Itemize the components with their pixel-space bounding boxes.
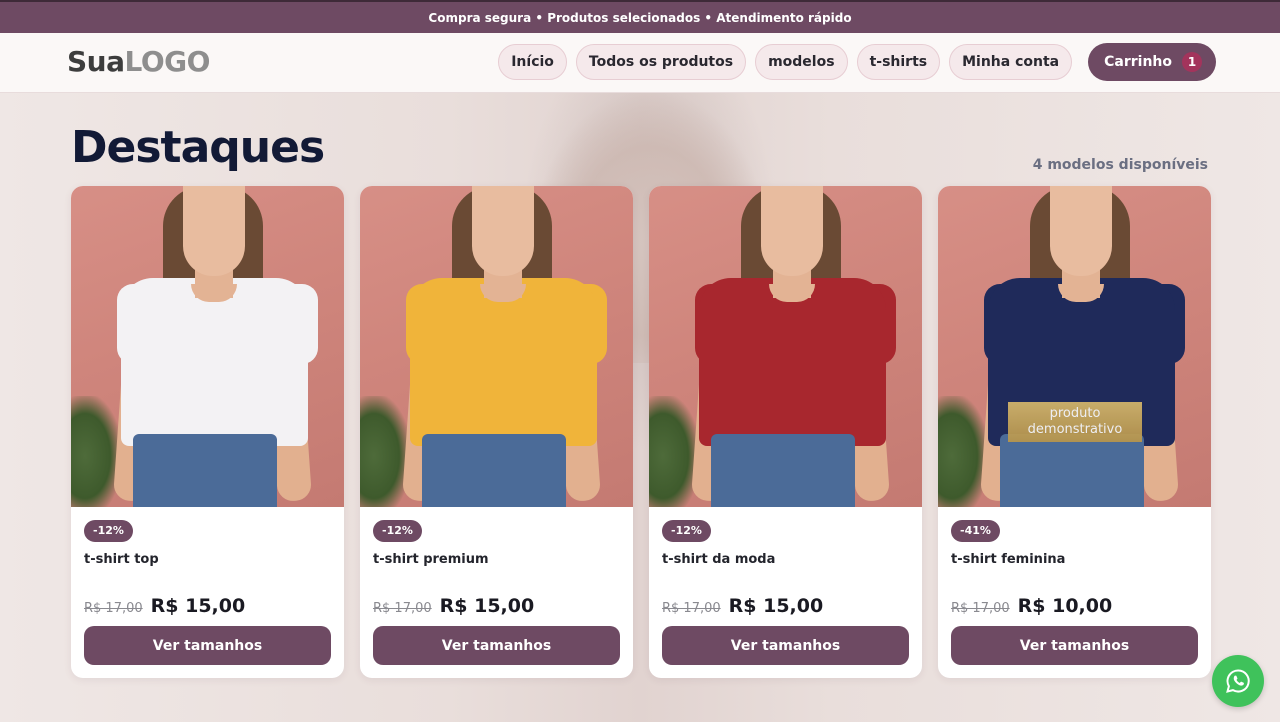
section-title: Destaques	[71, 122, 325, 173]
logo-part-2: LOGO	[124, 45, 211, 78]
nav-item-modelos[interactable]: modelos	[755, 44, 848, 80]
current-price: R$ 15,00	[150, 595, 246, 617]
model-face	[472, 186, 534, 276]
plant-decor	[938, 396, 988, 507]
old-price: R$ 17,00	[84, 601, 143, 616]
product-name[interactable]: t-shirt feminina	[951, 552, 1198, 567]
model-face	[1050, 186, 1112, 276]
shirt-body	[121, 278, 308, 446]
model-face	[183, 186, 245, 276]
model-face	[761, 186, 823, 276]
model-jeans	[1000, 434, 1144, 507]
cart-count-badge: 1	[1182, 52, 1202, 72]
product-info: -12% t-shirt top R$ 17,00 R$ 15,00 Ver t…	[71, 507, 344, 678]
model-jeans	[422, 434, 566, 507]
product-card[interactable]: -12% t-shirt top R$ 17,00 R$ 15,00 Ver t…	[71, 186, 344, 678]
demo-product-tag: produto demonstrativo	[1008, 402, 1142, 442]
nav-item-todos-os-produtos[interactable]: Todos os produtos	[575, 44, 747, 80]
plant-decor	[360, 396, 410, 507]
old-price: R$ 17,00	[662, 601, 721, 616]
demo-tag-line-1: produto	[1049, 406, 1101, 421]
view-sizes-button[interactable]: Ver tamanhos	[84, 626, 331, 665]
product-card[interactable]: -12% t-shirt da moda R$ 17,00 R$ 15,00 V…	[649, 186, 922, 678]
current-price: R$ 10,00	[1017, 595, 1113, 617]
site-header: SuaLOGO Início Todos os produtos modelos…	[0, 33, 1280, 93]
discount-badge: -41%	[951, 520, 1000, 542]
product-info: -41% t-shirt feminina R$ 17,00 R$ 10,00 …	[938, 507, 1211, 678]
old-price: R$ 17,00	[373, 601, 432, 616]
current-price: R$ 15,00	[439, 595, 535, 617]
cart-label: Carrinho	[1104, 54, 1172, 70]
product-name[interactable]: t-shirt premium	[373, 552, 620, 567]
product-count: 4 modelos disponíveis	[1032, 157, 1208, 173]
product-image[interactable]	[71, 186, 344, 507]
product-image[interactable]: produto demonstrativo	[938, 186, 1211, 507]
main-nav: Início Todos os produtos modelos t-shirt…	[498, 43, 1216, 81]
product-info: -12% t-shirt premium R$ 17,00 R$ 15,00 V…	[360, 507, 633, 678]
plant-decor	[71, 396, 121, 507]
nav-item-minha-conta[interactable]: Minha conta	[949, 44, 1073, 80]
price-row: R$ 17,00 R$ 15,00	[373, 595, 534, 617]
product-card[interactable]: produto demonstrativo -41% t-shirt femin…	[938, 186, 1211, 678]
whatsapp-icon	[1226, 669, 1250, 693]
view-sizes-button[interactable]: Ver tamanhos	[951, 626, 1198, 665]
whatsapp-button[interactable]	[1212, 655, 1264, 707]
discount-badge: -12%	[662, 520, 711, 542]
product-image[interactable]	[360, 186, 633, 507]
nav-item-t-shirts[interactable]: t-shirts	[856, 44, 941, 80]
discount-badge: -12%	[84, 520, 133, 542]
product-name[interactable]: t-shirt da moda	[662, 552, 909, 567]
product-info: -12% t-shirt da moda R$ 17,00 R$ 15,00 V…	[649, 507, 922, 678]
nav-item-inicio[interactable]: Início	[498, 44, 567, 80]
model-jeans	[133, 434, 277, 507]
product-card[interactable]: -12% t-shirt premium R$ 17,00 R$ 15,00 V…	[360, 186, 633, 678]
product-grid: -12% t-shirt top R$ 17,00 R$ 15,00 Ver t…	[71, 186, 1211, 678]
logo-part-1: Sua	[67, 45, 125, 78]
model-jeans	[711, 434, 855, 507]
product-name[interactable]: t-shirt top	[84, 552, 331, 567]
view-sizes-button[interactable]: Ver tamanhos	[373, 626, 620, 665]
site-logo[interactable]: SuaLOGO	[67, 45, 210, 78]
discount-badge: -12%	[373, 520, 422, 542]
price-row: R$ 17,00 R$ 10,00	[951, 595, 1112, 617]
announcement-text: Compra segura • Produtos selecionados • …	[428, 10, 852, 25]
old-price: R$ 17,00	[951, 601, 1010, 616]
shirt-body	[410, 278, 597, 446]
current-price: R$ 15,00	[728, 595, 824, 617]
plant-decor	[649, 396, 699, 507]
price-row: R$ 17,00 R$ 15,00	[662, 595, 823, 617]
demo-tag-line-2: demonstrativo	[1027, 422, 1123, 437]
announcement-bar: Compra segura • Produtos selecionados • …	[0, 0, 1280, 33]
price-row: R$ 17,00 R$ 15,00	[84, 595, 245, 617]
cart-button[interactable]: Carrinho 1	[1088, 43, 1216, 81]
product-image[interactable]	[649, 186, 922, 507]
shirt-body	[699, 278, 886, 446]
view-sizes-button[interactable]: Ver tamanhos	[662, 626, 909, 665]
